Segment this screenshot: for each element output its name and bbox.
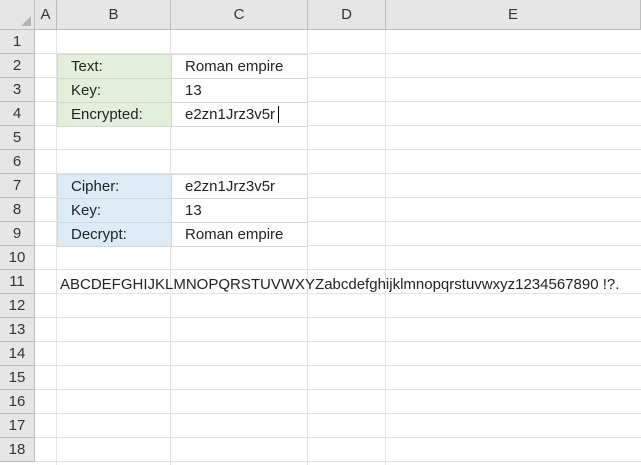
cell-b3-key-label[interactable]: Key: [57, 78, 172, 103]
row-header-13[interactable]: 13 [0, 318, 35, 342]
row-header-4[interactable]: 4 [0, 102, 35, 126]
row-header-9[interactable]: 9 [0, 222, 35, 246]
gridline [35, 317, 641, 318]
gridline [35, 389, 641, 390]
row-header-11[interactable]: 11 [0, 270, 35, 294]
cell-b7-cipher-label[interactable]: Cipher: [57, 174, 172, 199]
cell-c3-key-value[interactable]: 13 [171, 78, 308, 103]
gridline [35, 461, 641, 462]
text-cursor [278, 106, 280, 123]
gridline [385, 30, 386, 465]
row-header-1[interactable]: 1 [0, 30, 35, 54]
column-header-e[interactable]: E [386, 0, 641, 30]
gridline [35, 365, 641, 366]
row-header-14[interactable]: 14 [0, 342, 35, 366]
cell-c4-encrypted-value[interactable]: e2zn1Jrz3v5r [171, 102, 308, 127]
cell-b8-key-label[interactable]: Key: [57, 198, 172, 223]
row-header-3[interactable]: 3 [0, 78, 35, 102]
cell-b11-alphabet[interactable]: ABCDEFGHIJKLMNOPQRSTUVWXYZabcdefghijklmn… [60, 272, 619, 296]
row-header-18[interactable]: 18 [0, 438, 35, 462]
row-header-2[interactable]: 2 [0, 54, 35, 78]
cell-c7-cipher-value[interactable]: e2zn1Jrz3v5r [171, 174, 308, 199]
row-header-5[interactable]: 5 [0, 126, 35, 150]
row-header-10[interactable]: 10 [0, 246, 35, 270]
gridline [35, 341, 641, 342]
row-header-8[interactable]: 8 [0, 198, 35, 222]
encrypted-value-text: e2zn1Jrz3v5r [185, 106, 276, 123]
row-header-6[interactable]: 6 [0, 150, 35, 174]
cell-c2-text-value[interactable]: Roman empire [171, 54, 308, 79]
cell-b9-decrypt-label[interactable]: Decrypt: [57, 222, 172, 247]
select-all-triangle-icon [21, 16, 31, 26]
select-all-corner[interactable] [0, 0, 35, 30]
column-header-d[interactable]: D [308, 0, 386, 30]
gridline [35, 269, 641, 270]
column-header-c[interactable]: C [171, 0, 308, 30]
cell-c9-decrypt-value[interactable]: Roman empire [171, 222, 308, 247]
column-header-a[interactable]: A [35, 0, 57, 30]
cell-c8-key-value[interactable]: 13 [171, 198, 308, 223]
row-header-7[interactable]: 7 [0, 174, 35, 198]
gridline [35, 413, 641, 414]
cell-b4-encrypted-label[interactable]: Encrypted: [57, 102, 172, 127]
row-header-17[interactable]: 17 [0, 414, 35, 438]
row-header-15[interactable]: 15 [0, 366, 35, 390]
row-header-16[interactable]: 16 [0, 390, 35, 414]
cell-b2-text-label[interactable]: Text: [57, 54, 172, 79]
row-header-12[interactable]: 12 [0, 294, 35, 318]
gridline [35, 437, 641, 438]
gridline [35, 149, 641, 150]
column-header-b[interactable]: B [57, 0, 171, 30]
